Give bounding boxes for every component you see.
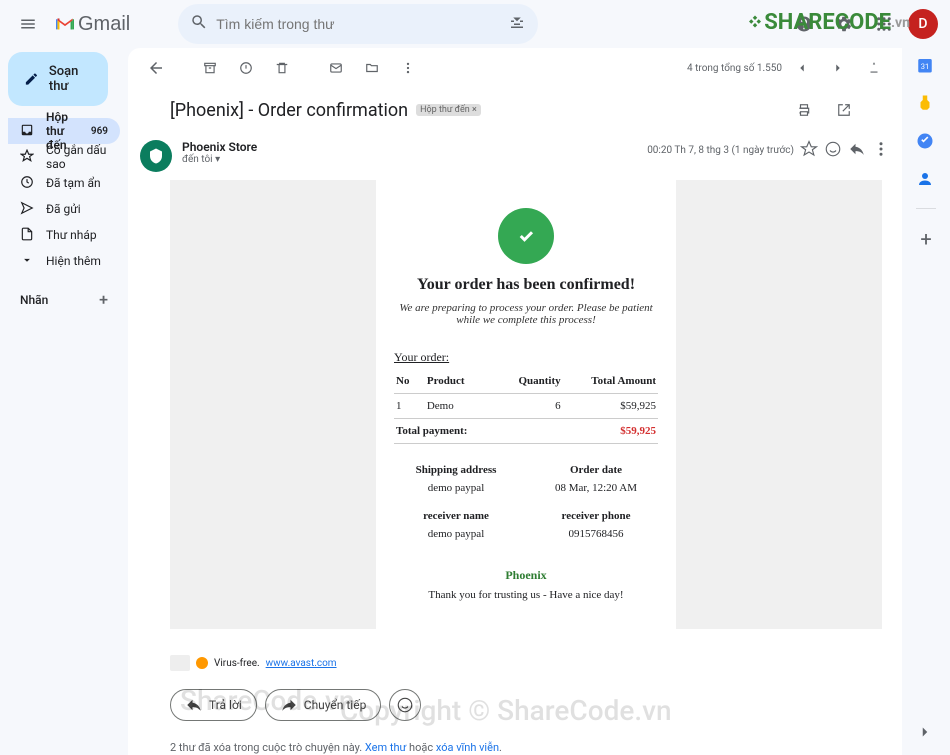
calendar-icon[interactable]: 31 bbox=[916, 56, 936, 76]
brand-name: Phoenix bbox=[394, 568, 658, 583]
delete-button[interactable] bbox=[266, 52, 298, 84]
orderdate-value: 08 Mar, 12:20 AM bbox=[534, 482, 658, 494]
nav-drafts[interactable]: Thư nháp bbox=[8, 222, 120, 248]
pager-text: 4 trong tổng số 1.550 bbox=[687, 63, 782, 74]
timestamp: 00:20 Th 7, 8 thg 3 (1 ngày trước) bbox=[647, 145, 794, 156]
sharecode-watermark: SHARECODE.vn bbox=[746, 10, 910, 35]
more-icon[interactable] bbox=[872, 140, 890, 161]
compose-label: Soạn thư bbox=[49, 64, 92, 94]
emoji-reaction-icon[interactable] bbox=[824, 140, 842, 161]
shipping-value: demo paypal bbox=[394, 482, 518, 494]
chevron-down-icon bbox=[20, 253, 34, 270]
nav-sent[interactable]: Đã gửi bbox=[8, 196, 120, 222]
shipping-label: Shipping address bbox=[394, 464, 518, 476]
addons-icon[interactable]: + bbox=[916, 227, 936, 247]
delete-forever-link[interactable]: xóa vĩnh viễn bbox=[436, 741, 499, 754]
filter-icon[interactable] bbox=[508, 13, 526, 35]
star-icon bbox=[20, 149, 34, 166]
virus-free: Virus-free. www.avast.com bbox=[128, 649, 902, 677]
add-reaction-button[interactable] bbox=[389, 689, 421, 721]
thank-you: Thank you for trusting us - Have a nice … bbox=[394, 589, 658, 601]
email-subject: [Phoenix] - Order confirmation bbox=[170, 100, 408, 121]
search-icon bbox=[190, 13, 208, 35]
reply-button[interactable]: Trả lời bbox=[170, 689, 257, 721]
receiver-name-label: receiver name bbox=[394, 510, 518, 522]
moveto-button[interactable] bbox=[356, 52, 388, 84]
inbox-tag[interactable]: Hộp thư đến × bbox=[416, 104, 481, 116]
tasks-icon[interactable] bbox=[916, 132, 936, 152]
receiver-phone-label: receiver phone bbox=[534, 510, 658, 522]
compose-button[interactable]: Soạn thư bbox=[8, 52, 108, 106]
markread-button[interactable] bbox=[320, 52, 352, 84]
table-row: 1 Demo 6 $59,925 bbox=[394, 394, 658, 419]
spam-button[interactable] bbox=[230, 52, 262, 84]
gmail-logo[interactable]: Gmail bbox=[48, 13, 138, 36]
nav-inbox[interactable]: Hộp thư đến 969 bbox=[8, 118, 120, 144]
sender-to[interactable]: đến tôi ▾ bbox=[182, 154, 637, 165]
card-title: Your order has been confirmed! bbox=[394, 276, 658, 294]
order-table: No Product Quantity Total Amount 1 Demo … bbox=[394, 369, 658, 444]
sender-name: Phoenix Store bbox=[182, 140, 637, 154]
clock-icon bbox=[20, 175, 34, 192]
receiver-name-value: demo paypal bbox=[394, 528, 518, 540]
print-button[interactable] bbox=[788, 94, 820, 126]
input-tool-button[interactable] bbox=[858, 52, 890, 84]
search-box[interactable] bbox=[178, 4, 538, 44]
avatar[interactable]: D bbox=[908, 9, 938, 39]
add-label-icon[interactable]: + bbox=[99, 290, 108, 309]
popout-button[interactable] bbox=[828, 94, 860, 126]
nav-starred[interactable]: Có gắn dấu sao bbox=[8, 144, 120, 170]
nav-snoozed[interactable]: Đã tạm ẩn bbox=[8, 170, 120, 196]
avast-link[interactable]: www.avast.com bbox=[266, 658, 337, 669]
star-message-icon[interactable] bbox=[800, 140, 818, 161]
draft-icon bbox=[20, 227, 34, 244]
total-row: Total payment: $59,925 bbox=[394, 419, 658, 444]
prev-button[interactable] bbox=[786, 52, 818, 84]
orderdate-label: Order date bbox=[534, 464, 658, 476]
receiver-phone-value: 0915768456 bbox=[534, 528, 658, 540]
card-subtitle: We are preparing to process your order. … bbox=[394, 302, 658, 326]
search-input[interactable] bbox=[216, 16, 500, 32]
nav-more[interactable]: Hiện thêm bbox=[8, 248, 120, 274]
archive-button[interactable] bbox=[194, 52, 226, 84]
order-label: Your order: bbox=[394, 350, 658, 365]
view-link[interactable]: Xem thư bbox=[365, 741, 406, 754]
side-panel-toggle[interactable] bbox=[916, 723, 936, 743]
back-button[interactable] bbox=[140, 52, 172, 84]
keep-icon[interactable] bbox=[916, 94, 936, 114]
forward-button[interactable]: Chuyển tiếp bbox=[265, 689, 382, 721]
check-icon bbox=[498, 208, 554, 264]
logo-text: Gmail bbox=[78, 13, 130, 36]
deleted-info: 2 thư đã xóa trong cuộc trò chuyện này. … bbox=[128, 733, 902, 755]
sent-icon bbox=[20, 201, 34, 218]
labels-header: Nhãn + bbox=[8, 286, 120, 313]
menu-icon[interactable] bbox=[8, 4, 48, 44]
contacts-icon[interactable] bbox=[916, 170, 936, 190]
svg-text:31: 31 bbox=[921, 62, 929, 71]
reply-icon[interactable] bbox=[848, 140, 866, 161]
sender-avatar bbox=[140, 140, 172, 172]
inbox-icon bbox=[20, 123, 34, 140]
more-button[interactable] bbox=[392, 52, 424, 84]
next-button[interactable] bbox=[822, 52, 854, 84]
